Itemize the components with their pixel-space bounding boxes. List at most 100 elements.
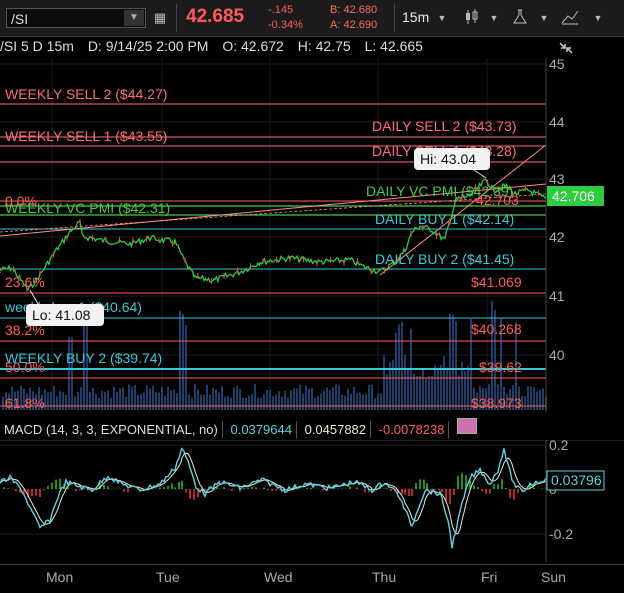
flask-icon[interactable] (510, 8, 530, 28)
price-tick: 41 (549, 288, 565, 304)
volume-bar (353, 386, 355, 410)
volume-bar (347, 388, 349, 410)
macd-tick: -0.2 (549, 526, 573, 542)
fib-val-4: $39.62 (479, 359, 522, 375)
volume-bar (302, 393, 304, 410)
volume-bar (245, 397, 247, 410)
volume-bar (542, 388, 544, 410)
volume-bar (434, 365, 436, 410)
ask-price: A: 42.690 (330, 19, 378, 31)
volume-bar (386, 374, 388, 410)
volume-bar (272, 396, 274, 410)
collapse-icon[interactable] (556, 40, 576, 60)
macd-chart[interactable]: 0.2 0 -0.2 0.03796 (0, 440, 624, 564)
macd-title[interactable]: MACD (14, 3, 3, EXPONENTIAL, no) (0, 421, 223, 438)
volume-bar (50, 391, 52, 410)
chevron-down-icon[interactable]: ▼ (484, 8, 504, 28)
lo-callout: Lo: 41.08 (26, 289, 104, 326)
volume-bar (317, 396, 319, 410)
candlestick-style-icon[interactable] (462, 8, 482, 28)
price-tick: 40 (549, 347, 565, 363)
volume-bar (437, 367, 439, 410)
volume-bar (107, 390, 109, 410)
volume-bar (80, 387, 82, 410)
volume-bar (314, 397, 316, 410)
volume-bar (266, 390, 268, 410)
volume-bar (161, 386, 163, 410)
volume-bar (158, 392, 160, 410)
volume-bar (59, 391, 61, 410)
hi-callout-text: Hi: 43.04 (420, 151, 476, 167)
pct-change: -0.34% (268, 19, 303, 31)
time-axis: Mon Tue Wed Thu Fri Sun (0, 564, 624, 593)
price-tick: 43 (549, 171, 565, 187)
macd-legend: MACD (14, 3, 3, EXPONENTIAL, no) 0.03796… (0, 418, 481, 438)
volume-bar (248, 395, 250, 410)
volume-bar (293, 388, 295, 410)
volume-bar (341, 394, 343, 410)
volume-bar (440, 364, 442, 410)
volume-bar (530, 386, 532, 410)
volume-bar (290, 390, 292, 410)
bar-date: D: 9/14/25 2:00 PM (87, 38, 209, 54)
fib-val-5: $38.973 (471, 395, 522, 411)
fib-0-pct: 0.0% (5, 193, 37, 209)
drawing-tools-icon[interactable] (560, 8, 580, 28)
volume-bar (113, 386, 115, 410)
volume-bar (215, 389, 217, 410)
time-label: Mon (46, 569, 74, 585)
volume-bar (392, 359, 394, 410)
volume-bar (260, 397, 262, 410)
time-label: Sun (541, 569, 566, 585)
volume-bar (62, 392, 64, 410)
chart-window: /SI ▼ ▦ 42.685 -.145 -0.34% B: 42.680 A:… (0, 0, 624, 592)
volume-bar (533, 386, 535, 410)
volume-bar (71, 337, 73, 410)
volume-bar (149, 388, 151, 410)
volume-bar (116, 391, 118, 410)
chevron-down-icon[interactable]: ▼ (124, 10, 144, 26)
volume-bar (95, 393, 97, 410)
weekly-sell-1-label: WEEKLY SELL 1 ($43.55) (5, 128, 167, 144)
price-chart[interactable]: WEEKLY SELL 2 ($44.27) WEEKLY SELL 1 ($4… (0, 58, 624, 414)
daily-buy-2-label: DAILY BUY 2 ($41.45) (375, 251, 514, 267)
macd-axis: 0.2 0 -0.2 0.03796 (545, 440, 605, 562)
volume-bar (281, 396, 283, 410)
volume-bar (401, 321, 403, 410)
volume-bar (383, 355, 385, 410)
fib-618-pct: 61.8% (5, 395, 45, 411)
weekly-sell-2-label: WEEKLY SELL 2 ($44.27) (5, 86, 167, 102)
symbol-input[interactable]: /SI ▼ (6, 8, 146, 28)
volume-bar (491, 300, 493, 410)
volume-bar (170, 389, 172, 410)
volume-bar (218, 392, 220, 410)
volume-bar (362, 394, 364, 410)
volume-bar (98, 397, 100, 410)
chevron-down-icon[interactable]: ▼ (432, 8, 452, 28)
chevron-down-icon[interactable]: ▼ (534, 8, 554, 28)
volume-bar (47, 391, 49, 410)
volume-bar (242, 397, 244, 410)
volume-bar (191, 397, 193, 410)
chevron-down-icon[interactable]: ▼ (588, 8, 608, 28)
volume-bar (77, 391, 79, 410)
volume-bar (416, 375, 418, 410)
grid-icon[interactable]: ▦ (150, 8, 170, 28)
fib-val-1: 42.703 (476, 192, 519, 208)
volume-bar (536, 391, 538, 410)
timeframe-selector[interactable]: 15m (402, 9, 429, 25)
volume-bar (395, 332, 397, 410)
volume-bar (455, 321, 457, 410)
last-price: 42.685 (186, 6, 245, 27)
volume-bar (443, 356, 445, 410)
time-label: Thu (372, 569, 397, 585)
current-price-label: 42.706 (552, 188, 595, 204)
price-tick: 44 (549, 114, 565, 130)
volume-bar (380, 393, 382, 410)
volume-bar (452, 314, 454, 410)
volume-bar (230, 397, 232, 410)
volume-bar (539, 390, 541, 410)
volume-bar (308, 388, 310, 410)
fib-val-3: $40.268 (471, 321, 522, 337)
toolbar: /SI ▼ ▦ 42.685 -.145 -0.34% B: 42.680 A:… (0, 0, 624, 37)
